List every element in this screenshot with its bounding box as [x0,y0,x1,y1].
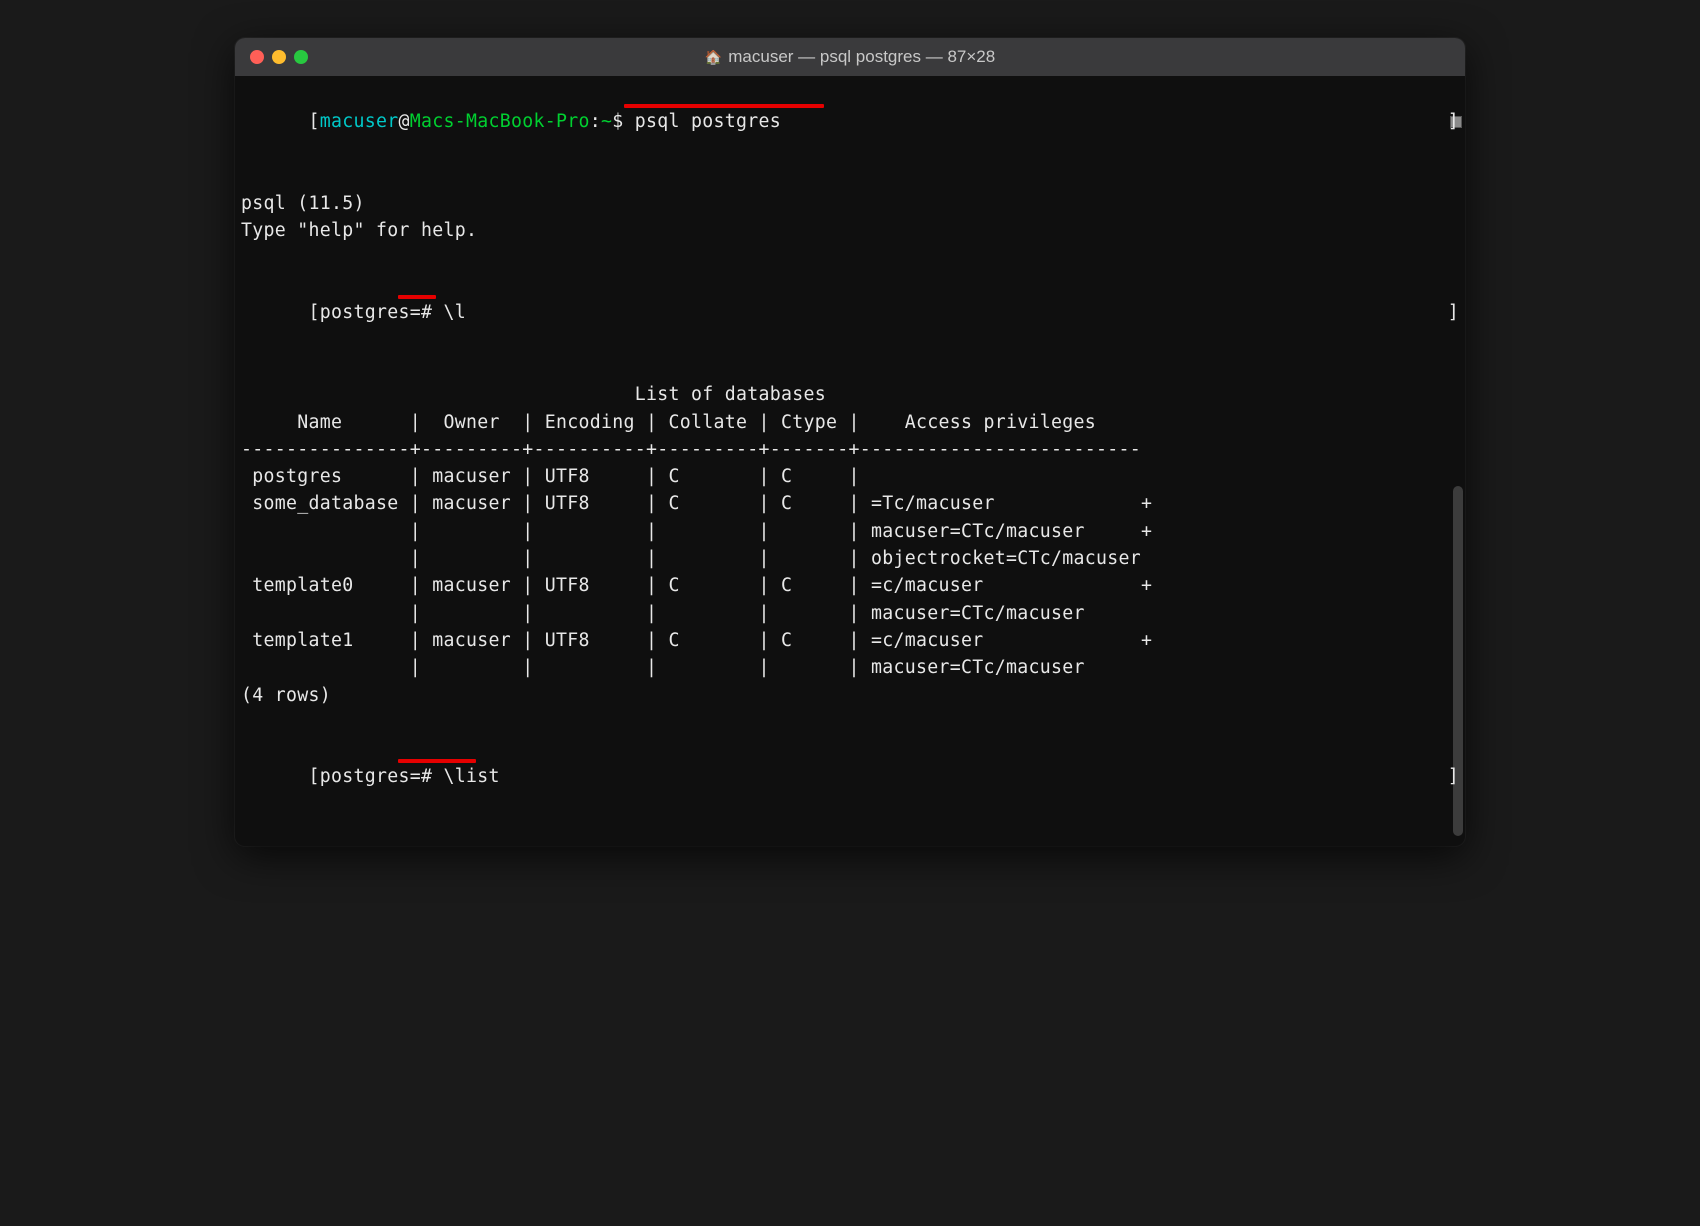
psql-version-line: psql (11.5) [235,190,1465,217]
shell-prompt-line: [macuser@Macs-MacBook-Pro:~$ psql postgr… [235,81,1465,190]
psql-prompt: postgres=# [320,302,444,323]
home-icon: 🏠 [705,49,722,66]
red-underline-annotation [624,104,824,108]
table-row: | | | | | macuser=CTc/macuser [235,600,1465,627]
close-icon[interactable] [250,50,264,64]
psql-prompt-line: [postgres=# \list] [235,736,1465,845]
table-row: some_database | macuser | UTF8 | C | C |… [235,490,1465,517]
maximize-icon[interactable] [294,50,308,64]
blank-line [235,245,1465,272]
terminal-body[interactable]: [macuser@Macs-MacBook-Pro:~$ psql postgr… [235,76,1465,846]
table-divider: ---------------+---------+----------+---… [235,436,1465,463]
table-row: | | | | | macuser=CTc/macuser + [235,518,1465,545]
prompt-user: macuser [320,111,399,132]
table-row: template1 | macuser | UTF8 | C | C | =c/… [235,627,1465,654]
psql-prompt: postgres=# [320,766,444,787]
row-count: (4 rows) [235,682,1465,709]
psql-command-list: \list [444,766,500,787]
shell-command: psql postgres [635,111,781,132]
psql-help-line: Type "help" for help. [235,217,1465,244]
prompt-host: Macs-MacBook-Pro [410,111,590,132]
window-title: 🏠 macuser — psql postgres — 87×28 [705,47,995,67]
table-row: template0 | macuser | UTF8 | C | C | =c/… [235,572,1465,599]
blank-line [235,709,1465,736]
traffic-lights [250,50,308,64]
table-row: postgres | macuser | UTF8 | C | C | [235,463,1465,490]
psql-command-l: \l [444,302,467,323]
red-underline-annotation [398,759,476,763]
table-title: List of databases [235,845,1465,846]
terminal-window: 🏠 macuser — psql postgres — 87×28 [macus… [235,38,1465,846]
psql-prompt-line: [postgres=# \l] [235,272,1465,381]
table-header: Name | Owner | Encoding | Collate | Ctyp… [235,409,1465,436]
table-row: | | | | | objectrocket=CTc/macuser [235,545,1465,572]
red-underline-annotation [398,295,436,299]
table-title: List of databases [235,381,1465,408]
title-text: macuser — psql postgres — 87×28 [728,47,995,67]
minimize-icon[interactable] [272,50,286,64]
titlebar[interactable]: 🏠 macuser — psql postgres — 87×28 [235,38,1465,76]
table-row: | | | | | macuser=CTc/macuser [235,654,1465,681]
